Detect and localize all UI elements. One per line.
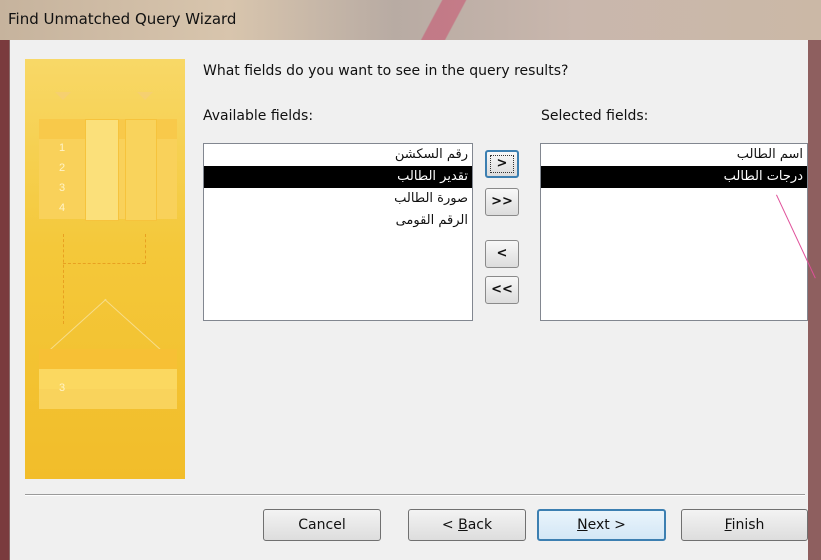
- arrow-down-icon: [55, 92, 71, 100]
- connector-line: [63, 263, 145, 264]
- selected-fields-label: Selected fields:: [541, 108, 649, 124]
- decorative-line: [104, 299, 165, 354]
- background-decoration: [378, 0, 498, 40]
- art-number: 4: [59, 202, 66, 214]
- art-number: 2: [59, 162, 66, 174]
- remove-field-label: <: [496, 246, 508, 261]
- selected-fields-list[interactable]: اسم الطالب درجات الطالب: [540, 143, 808, 321]
- cancel-button[interactable]: Cancel: [263, 509, 381, 541]
- cancel-label: Cancel: [298, 517, 346, 533]
- available-fields-list[interactable]: رقم السكشن تقدير الطالب صورة الطالب الرق…: [203, 143, 473, 321]
- remove-all-label: <<: [491, 282, 513, 297]
- finish-label-rest: inish: [731, 517, 765, 533]
- list-item-selected[interactable]: درجات الطالب: [541, 166, 807, 188]
- wizard-prompt: What fields do you want to see in the qu…: [203, 63, 569, 79]
- connector-line: [145, 234, 146, 264]
- next-hotkey: N: [577, 517, 588, 533]
- list-item[interactable]: اسم الطالب: [541, 144, 807, 166]
- table-column-shape: [125, 119, 157, 221]
- wizard-illustration: 1 2 3 4 3: [25, 59, 185, 479]
- add-all-fields-button[interactable]: >>: [485, 188, 519, 216]
- finish-hotkey: F: [724, 517, 732, 533]
- art-number: 3: [59, 382, 66, 394]
- footer-divider-highlight: [25, 495, 805, 496]
- list-item[interactable]: الرقم القومى: [204, 210, 472, 232]
- connector-line: [63, 234, 64, 324]
- table-column-shape: [85, 119, 119, 221]
- window-title: Find Unmatched Query Wizard: [8, 10, 237, 28]
- list-item-selected[interactable]: تقدير الطالب: [204, 166, 472, 188]
- title-bar[interactable]: Find Unmatched Query Wizard: [0, 0, 821, 40]
- focus-rectangle: [490, 155, 514, 173]
- next-label-rest: ext >: [587, 517, 626, 533]
- add-field-button[interactable]: >: [485, 150, 519, 178]
- next-button[interactable]: Next >: [537, 509, 666, 541]
- arrow-down-icon: [137, 92, 153, 100]
- back-button[interactable]: < Back: [408, 509, 526, 541]
- remove-field-button[interactable]: <: [485, 240, 519, 268]
- table-header-shape: [39, 349, 177, 369]
- available-fields-label: Available fields:: [203, 108, 314, 124]
- remove-all-fields-button[interactable]: <<: [485, 276, 519, 304]
- art-number: 1: [59, 142, 66, 154]
- finish-button[interactable]: Finish: [681, 509, 808, 541]
- window-edge: [808, 40, 821, 560]
- back-label-prefix: <: [441, 517, 459, 533]
- art-number: 3: [59, 182, 66, 194]
- wizard-window: Find Unmatched Query Wizard 1 2 3 4 3 Wh…: [0, 0, 821, 560]
- list-item[interactable]: رقم السكشن: [204, 144, 472, 166]
- add-all-label: >>: [491, 194, 513, 209]
- back-hotkey: B: [458, 517, 468, 533]
- back-label-rest: ack: [467, 517, 493, 533]
- list-item[interactable]: صورة الطالب: [204, 188, 472, 210]
